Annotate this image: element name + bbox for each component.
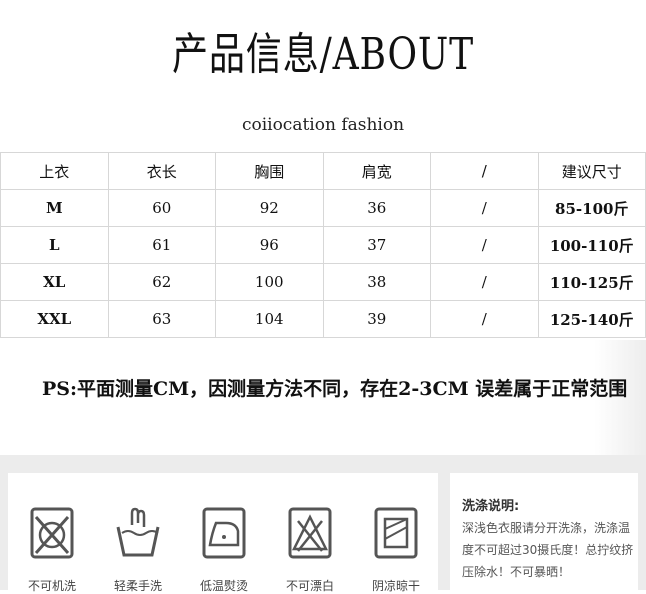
table-cell: 61 [107,226,216,264]
table-row: M 60 92 36 / 85-100斤 [0,189,646,227]
column-header: / [430,152,539,190]
table-cell: / [430,226,539,264]
table-header-row: 上衣 衣长 胸围 肩宽 / 建议尺寸 [0,152,646,190]
table-cell: / [430,300,539,338]
no-machine-wash-icon [30,507,74,559]
column-header: 肩宽 [322,152,431,190]
column-header: 衣长 [107,152,216,190]
note-section: PS:平面测量CM，因测量方法不同，存在2-3CM 误差属于正常范围 [0,340,646,455]
column-header: 上衣 [0,152,109,190]
table-row: XXL 63 104 39 / 125-140斤 [0,300,646,338]
table-cell: XXL [0,300,109,338]
care-label: 不可漂白 [285,579,334,593]
table-cell: 62 [107,263,216,301]
table-cell: 100-110斤 [537,226,646,264]
care-label: 低温熨烫 [199,579,248,593]
table-cell: 96 [215,226,324,264]
measurement-note: PS:平面测量CM，因测量方法不同，存在2-3CM 误差属于正常范围 [42,378,628,400]
hand-wash-icon [116,507,160,557]
table-cell: 110-125斤 [537,263,646,301]
care-label: 轻柔手洗 [113,579,162,593]
table-cell: 63 [107,300,216,338]
table-cell: 104 [215,300,324,338]
table-cell: L [0,226,109,264]
table-row: XL 62 100 38 / 110-125斤 [0,263,646,301]
table-cell: 37 [322,226,431,264]
table-cell: 36 [322,189,431,227]
table-cell: 85-100斤 [537,189,646,227]
no-bleach-icon [288,507,332,559]
table-cell: 60 [107,189,216,227]
size-table: 上衣 衣长 胸围 肩宽 / 建议尺寸 M 60 92 36 / 85-100斤 … [0,152,646,338]
shade-dry-icon [374,507,418,559]
wash-instructions-panel: 洗涤说明: 深浅色衣服请分开洗涤，洗涤温度不可超过30摄氏度！总拧纹挤压除水！不… [450,473,638,590]
column-header: 胸围 [215,152,324,190]
care-icons-panel: 不可机洗 轻柔手洗 低温熨烫 不可漂白 阴凉晾干 [8,473,438,593]
wash-instructions-title: 洗涤说明: [462,499,520,514]
table-cell: 100 [215,263,324,301]
page-title: 产品信息/ABOUT [172,29,474,80]
wash-instructions-text: 深浅色衣服请分开洗涤，洗涤温度不可超过30摄氏度！总拧纹挤压除水！不可暴晒！ [462,521,634,579]
table-row: L 61 96 37 / 100-110斤 [0,226,646,264]
table-cell: M [0,189,109,227]
care-section: 不可机洗 轻柔手洗 低温熨烫 不可漂白 阴凉晾干 洗涤说明: 深浅色衣服请分开洗… [0,455,646,593]
care-label: 不可机洗 [27,579,76,593]
table-cell: 92 [215,189,324,227]
table-cell: / [430,263,539,301]
column-header: 建议尺寸 [537,152,646,190]
table-cell: 39 [322,300,431,338]
brand-subtitle: coiiocation fashion [241,115,405,135]
low-iron-icon [202,507,246,559]
care-label: 阴凉晾干 [371,579,420,593]
table-cell: / [430,189,539,227]
table-cell: XL [0,263,109,301]
table-cell: 38 [322,263,431,301]
table-cell: 125-140斤 [537,300,646,338]
